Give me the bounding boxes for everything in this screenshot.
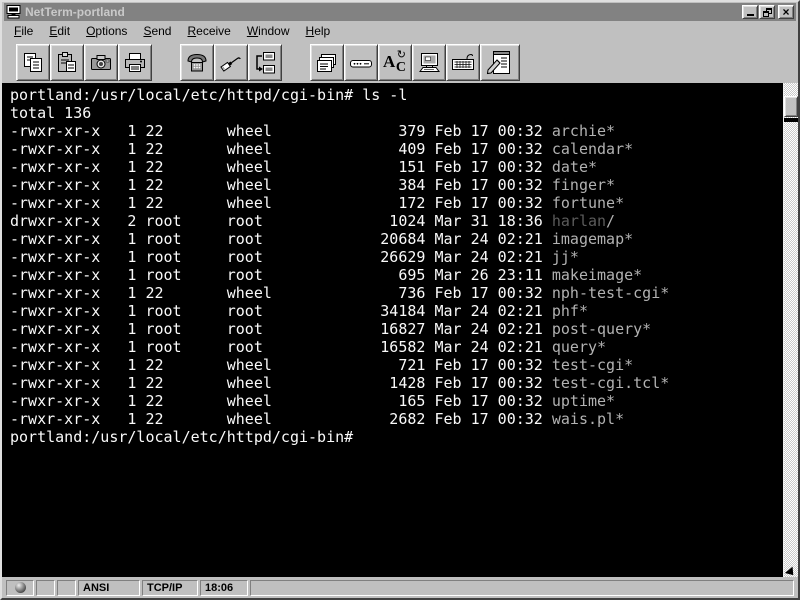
vertical-scrollbar[interactable] — [783, 83, 798, 577]
menu-help[interactable]: Help — [298, 22, 339, 40]
terminal-line: -rwxr-xr-x 1 22 wheel 379 Feb 17 00:32 a… — [10, 122, 783, 140]
terminal-screen[interactable]: portland:/usr/local/etc/httpd/cgi-bin# l… — [2, 83, 783, 577]
file-transfer-button[interactable] — [248, 44, 282, 81]
terminal-line: -rwxr-xr-x 1 22 wheel 384 Feb 17 00:32 f… — [10, 176, 783, 194]
menu-send[interactable]: Send — [135, 22, 179, 40]
camera-icon — [89, 51, 113, 75]
terminal-line: -rwxr-xr-x 1 22 wheel 151 Feb 17 00:32 d… — [10, 158, 783, 176]
close-button[interactable]: × — [778, 5, 794, 19]
terminal-line: -rwxr-xr-x 1 root root 16827 Mar 24 02:2… — [10, 320, 783, 338]
menu-file[interactable]: File — [6, 22, 41, 40]
clock-status: 18:06 — [200, 580, 248, 596]
terminal-container: portland:/usr/local/etc/httpd/cgi-bin# l… — [2, 83, 798, 577]
card-file-icon — [315, 51, 339, 75]
minimize-button[interactable] — [742, 5, 758, 19]
notepad-pencil-icon — [486, 50, 514, 76]
terminal-line: portland:/usr/local/etc/httpd/cgi-bin# — [10, 428, 783, 446]
toolbar-group-clipboard — [16, 44, 152, 81]
modem-icon — [349, 51, 373, 75]
status-bar: ANSI TCP/IP 18:06 — [2, 577, 798, 598]
scrollbar-thumb[interactable] — [784, 96, 798, 117]
menu-window[interactable]: Window — [239, 22, 298, 40]
window-title: NetTerm-portland — [25, 5, 741, 19]
scrollbar-down-arrow-icon[interactable] — [785, 567, 797, 579]
paste-icon — [55, 51, 79, 75]
terminal-line: drwxr-xr-x 2 root root 1024 Mar 31 18:36… — [10, 212, 783, 230]
status-panel-empty-2 — [57, 580, 76, 596]
toolbar-group-connection — [180, 44, 282, 81]
dial-button[interactable] — [180, 44, 214, 81]
terminal-line: -rwxr-xr-x 1 root root 695 Mar 26 23:11 … — [10, 266, 783, 284]
minimize-icon — [747, 14, 754, 16]
copy-icon — [21, 51, 45, 75]
emulation-status: ANSI — [78, 580, 140, 596]
keyboard-settings-button[interactable] — [446, 44, 480, 81]
scrollbar-thumb-shadow — [784, 118, 798, 122]
menu-options[interactable]: Options — [78, 22, 135, 40]
options-button[interactable] — [480, 44, 520, 81]
menu-receive[interactable]: Receive — [179, 22, 238, 40]
terminal-line: total 136 — [10, 104, 783, 122]
protocol-status: TCP/IP — [142, 580, 198, 596]
close-icon: × — [782, 7, 789, 17]
keyboard-icon — [451, 51, 475, 75]
netterm-app-icon — [6, 5, 22, 19]
terminal-line: -rwxr-xr-x 1 22 wheel 165 Feb 17 00:32 u… — [10, 392, 783, 410]
font-settings-button[interactable]: A ↻ C — [378, 44, 412, 81]
toolbar-group-settings: A ↻ C — [310, 44, 520, 81]
status-message-panel — [250, 580, 794, 596]
paste-button[interactable] — [50, 44, 84, 81]
menu-edit[interactable]: Edit — [41, 22, 78, 40]
font-abc-icon: A ↻ C — [383, 51, 407, 75]
terminal-line: -rwxr-xr-x 1 22 wheel 2682 Feb 17 00:32 … — [10, 410, 783, 428]
cable-icon — [219, 51, 243, 75]
terminal-line: -rwxr-xr-x 1 root root 34184 Mar 24 02:2… — [10, 302, 783, 320]
connection-indicator-panel — [6, 580, 34, 596]
title-bar[interactable]: NetTerm-portland × — [4, 3, 796, 21]
restore-icon — [763, 8, 772, 17]
toolbar: A ↻ C — [2, 41, 798, 83]
terminal-line: -rwxr-xr-x 1 root root 26629 Mar 24 02:2… — [10, 248, 783, 266]
terminal-line: portland:/usr/local/etc/httpd/cgi-bin# l… — [10, 86, 783, 104]
disconnect-button[interactable] — [214, 44, 248, 81]
status-panel-empty-1 — [36, 580, 55, 596]
phone-directory-button[interactable] — [310, 44, 344, 81]
terminal-line: -rwxr-xr-x 1 22 wheel 736 Feb 17 00:32 n… — [10, 284, 783, 302]
print-button[interactable] — [118, 44, 152, 81]
restore-button[interactable] — [759, 5, 775, 19]
terminal-line: -rwxr-xr-x 1 22 wheel 409 Feb 17 00:32 c… — [10, 140, 783, 158]
netterm-window: NetTerm-portland × FileEditOptionsSendRe… — [0, 0, 800, 600]
copy-button[interactable] — [16, 44, 50, 81]
terminal-line: -rwxr-xr-x 1 22 wheel 172 Feb 17 00:32 f… — [10, 194, 783, 212]
modem-settings-button[interactable] — [344, 44, 378, 81]
connection-status-ball-icon — [15, 582, 26, 593]
printer-icon — [123, 51, 147, 75]
monitor-icon — [417, 51, 441, 75]
terminal-line: -rwxr-xr-x 1 root root 16582 Mar 24 02:2… — [10, 338, 783, 356]
computers-transfer-icon — [253, 51, 277, 75]
terminal-line: -rwxr-xr-x 1 22 wheel 721 Feb 17 00:32 t… — [10, 356, 783, 374]
phone-icon — [185, 51, 209, 75]
capture-button[interactable] — [84, 44, 118, 81]
menu-bar: FileEditOptionsSendReceiveWindowHelp — [2, 21, 798, 41]
display-settings-button[interactable] — [412, 44, 446, 81]
terminal-line: -rwxr-xr-x 1 22 wheel 1428 Feb 17 00:32 … — [10, 374, 783, 392]
terminal-line: -rwxr-xr-x 1 root root 20684 Mar 24 02:2… — [10, 230, 783, 248]
